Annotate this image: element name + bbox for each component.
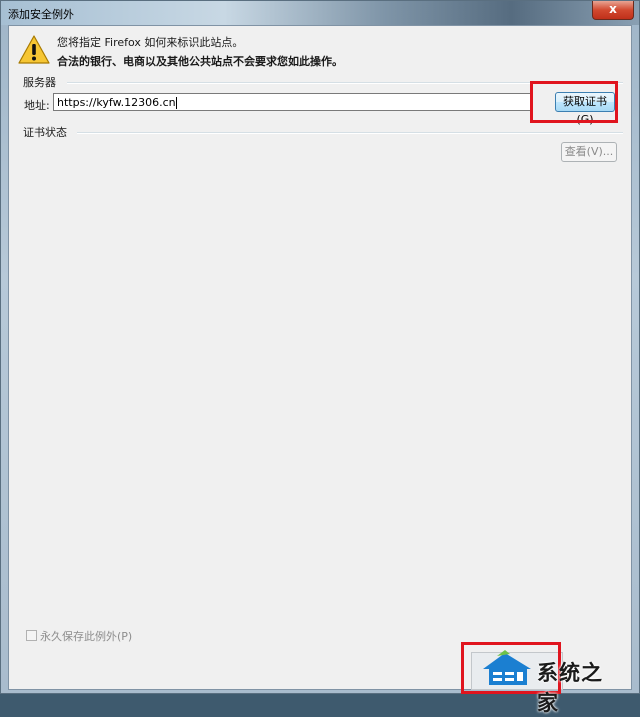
highlight-box-get-certificate — [530, 81, 618, 123]
permanent-exception-label[interactable]: 永久保存此例外(P) — [40, 628, 132, 644]
view-certificate-button[interactable]: 查看(V)... — [561, 142, 617, 162]
dialog-body: 您将指定 Firefox 如何来标识此站点。 合法的银行、电商以及其他公共站点不… — [8, 25, 632, 694]
title-bar[interactable]: 添加安全例外 x — [1, 1, 639, 25]
warning-message: 合法的银行、电商以及其他公共站点不会要求您如此操作。 — [57, 55, 343, 68]
permanent-exception-checkbox[interactable] — [26, 630, 37, 641]
watermark-text: 系统之家 — [537, 661, 603, 715]
cert-status-group-label: 证书状态 — [23, 126, 67, 139]
address-value: https://kyfw.12306.cn — [57, 96, 176, 109]
text-caret — [175, 97, 177, 109]
address-input[interactable]: https://kyfw.12306.cn — [53, 93, 533, 111]
server-group-label: 服务器 — [23, 76, 56, 89]
cert-status-divider — [77, 132, 623, 134]
house-logo-icon — [483, 650, 531, 685]
window-title: 添加安全例外 — [8, 8, 74, 21]
info-message: 您将指定 Firefox 如何来标识此站点。 — [57, 36, 244, 49]
watermark-logo: 系统之家 — [479, 649, 607, 715]
dialog-window: 添加安全例外 x 您将指定 Firefox 如何来标识此站点。 合法的银行、电商… — [0, 0, 640, 715]
address-label: 地址: — [24, 99, 50, 112]
warning-icon — [18, 35, 50, 64]
close-button[interactable]: x — [592, 1, 634, 20]
